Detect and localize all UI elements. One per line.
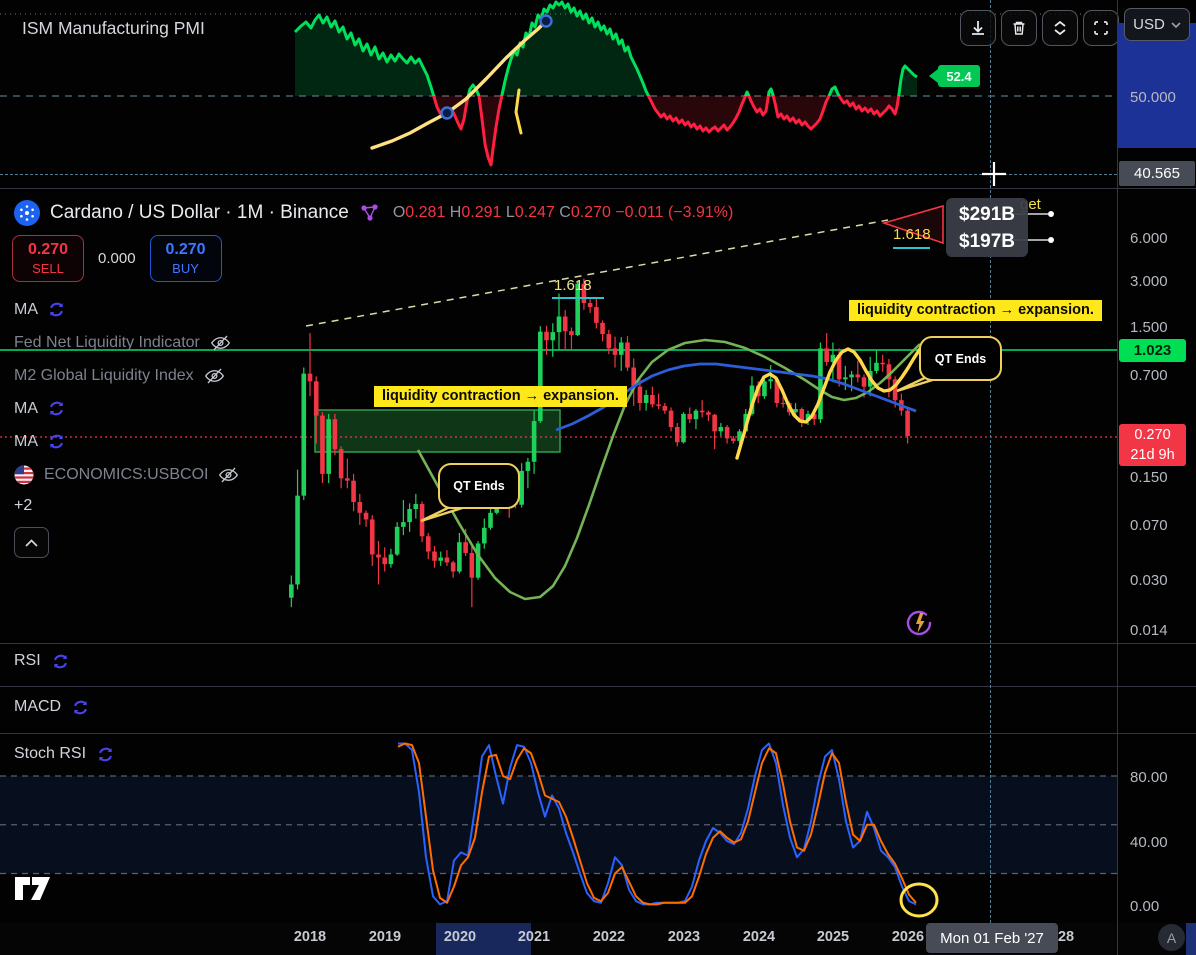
- year-label: 2020: [444, 929, 476, 945]
- resistance-price-label: 1.023: [1119, 339, 1186, 362]
- legend-collapse-button[interactable]: [14, 527, 49, 558]
- scale-tick-label: 0.070: [1130, 517, 1168, 534]
- account-button[interactable]: A: [1158, 924, 1185, 951]
- pane-divider[interactable]: [0, 188, 1196, 189]
- us-flag-icon: [14, 465, 34, 485]
- pane-divider[interactable]: [0, 733, 1196, 734]
- spread-value: 0.000: [98, 250, 136, 267]
- symbol-header: Cardano / US Dollar · 1M · Binance O0.28…: [14, 200, 733, 226]
- eye-off-icon[interactable]: [218, 466, 239, 484]
- buy-button[interactable]: 0.270BUY: [150, 235, 222, 282]
- ohlc-readout: O0.281 H0.291 L0.247 C0.270 −0.011 (−3.9…: [393, 204, 734, 222]
- scale-highlight: [1118, 23, 1196, 148]
- scale-tick-label: 6.000: [1130, 230, 1168, 247]
- bar-countdown: 21d 9h: [1130, 445, 1174, 465]
- download-button[interactable]: [960, 10, 996, 46]
- tradingview-chart-app: ISM Manufacturing PMI 52.4 Cardano / US …: [0, 0, 1196, 955]
- loading-icon: [52, 653, 69, 670]
- year-label: 2019: [369, 929, 401, 945]
- maximize-button[interactable]: [1042, 10, 1078, 46]
- legend-more-count[interactable]: +2: [14, 491, 239, 521]
- eye-off-icon[interactable]: [210, 334, 231, 352]
- legend-item-ma[interactable]: MA: [14, 293, 239, 326]
- liquidity-values-tooltip: $291B $197B: [946, 198, 1028, 257]
- ideas-share-icon[interactable]: [359, 202, 381, 224]
- crosshair-horizontal: [0, 174, 1117, 175]
- crosshair-date-label: Mon 01 Feb '27: [926, 923, 1058, 953]
- fib-level-label-top[interactable]: 1.618: [554, 277, 592, 294]
- indicator-legend: MA Fed Net Liquidity Indicator M2 Global…: [14, 293, 239, 558]
- rsi-panel-label[interactable]: RSI: [14, 652, 69, 670]
- delete-button[interactable]: [1001, 10, 1037, 46]
- loading-icon: [48, 400, 65, 417]
- scale-tick-label: 0.030: [1130, 572, 1168, 589]
- order-panel: 0.270SELL 0.000 0.270BUY: [12, 235, 222, 282]
- eye-off-icon[interactable]: [204, 367, 225, 385]
- scale-tick-label: 40.00: [1130, 834, 1168, 851]
- legend-item-ma[interactable]: MA: [14, 392, 239, 425]
- legend-item-ma[interactable]: MA: [14, 425, 239, 458]
- fib-level-label-right[interactable]: 1.618: [893, 226, 931, 243]
- pane-divider[interactable]: [0, 686, 1196, 687]
- ism-value-label: 52.4: [938, 65, 980, 87]
- macd-panel-label[interactable]: MACD: [14, 698, 89, 716]
- scale-tick-label: 0.014: [1130, 622, 1168, 639]
- year-label: 2021: [518, 929, 550, 945]
- loading-icon: [48, 433, 65, 450]
- scale-tick-label: 0.00: [1130, 898, 1159, 915]
- annotation-banner-left[interactable]: liquidity contraction → expansion.: [374, 386, 627, 407]
- year-label: 2024: [743, 929, 775, 945]
- loading-icon: [72, 699, 89, 716]
- tooltip-value: $197B: [959, 228, 1028, 255]
- loading-icon: [97, 746, 114, 763]
- crosshair-price-label: 40.565: [1119, 161, 1195, 186]
- frame-button[interactable]: [1083, 10, 1119, 46]
- scale-tick-label: 3.000: [1130, 273, 1168, 290]
- time-axis[interactable]: 2018201920202021202220232024202520262028…: [0, 923, 1196, 955]
- crosshair-cursor-icon: [981, 161, 1007, 187]
- year-label: 2026: [892, 929, 924, 945]
- scale-tick-label: 1.500: [1130, 319, 1168, 336]
- price-scale[interactable]: 60.00050.000 40.565 USD 6.0003.0001.5000…: [1118, 0, 1196, 955]
- sell-button[interactable]: 0.270SELL: [12, 235, 84, 282]
- scale-tick-label: 50.000: [1130, 89, 1176, 106]
- chevron-down-icon: [1171, 22, 1181, 28]
- year-label: 2022: [593, 929, 625, 945]
- annotation-banner-right[interactable]: liquidity contraction → expansion.: [849, 300, 1102, 321]
- scale-tick-label: 0.150: [1130, 469, 1168, 486]
- ism-indicator-title[interactable]: ISM Manufacturing PMI: [22, 18, 205, 39]
- stoch-rsi-panel-label[interactable]: Stoch RSI: [14, 745, 114, 763]
- legend-item-usbcoi[interactable]: ECONOMICS:USBCOI: [14, 458, 239, 491]
- legend-item-fed-net-liquidity[interactable]: Fed Net Liquidity Indicator: [14, 326, 239, 359]
- pane-divider[interactable]: [0, 643, 1196, 644]
- symbol-title[interactable]: Cardano / US Dollar · 1M · Binance: [50, 202, 349, 224]
- loading-icon: [48, 301, 65, 318]
- qt-ends-callout-right[interactable]: QT Ends: [919, 336, 1002, 381]
- year-label: 2018: [294, 929, 326, 945]
- tradingview-logo[interactable]: [14, 876, 52, 906]
- scale-tick-label: 0.700: [1130, 367, 1168, 384]
- current-price-label: 0.270 21d 9h: [1119, 424, 1186, 466]
- crosshair-vertical: [990, 0, 991, 923]
- scale-tick-label: 80.00: [1130, 769, 1168, 786]
- cardano-logo-icon: [14, 200, 40, 226]
- legend-item-m2-global-liquidity[interactable]: M2 Global Liquidity Index: [14, 359, 239, 392]
- qt-ends-callout-left[interactable]: QT Ends: [438, 463, 520, 509]
- drawing-toolbar: [960, 10, 1119, 46]
- tooltip-value: $291B: [959, 201, 1028, 228]
- currency-dropdown[interactable]: USD: [1124, 8, 1190, 41]
- year-label: 2025: [817, 929, 849, 945]
- stoch-rsi-pane-canvas[interactable]: [0, 733, 1117, 923]
- flash-circle-icon[interactable]: [903, 607, 935, 639]
- change-readout: −0.011 (−3.91%): [615, 204, 733, 221]
- year-label: 2023: [668, 929, 700, 945]
